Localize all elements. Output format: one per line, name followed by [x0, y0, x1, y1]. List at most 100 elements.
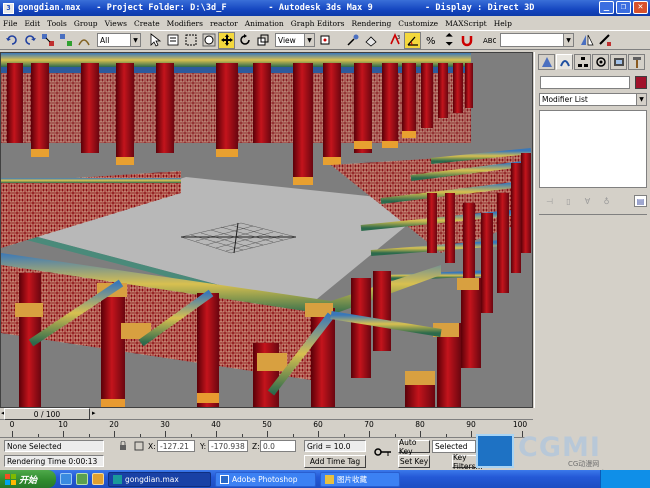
- taskbar-item-3dsmax[interactable]: gongdian.max: [108, 471, 211, 487]
- key-icon[interactable]: [374, 446, 392, 458]
- keyboard-shortcut-button[interactable]: [362, 32, 379, 49]
- menu-help[interactable]: Help: [494, 19, 512, 28]
- time-slider-next-arrow[interactable]: ▸: [92, 409, 96, 417]
- angle-snap-button[interactable]: [404, 31, 421, 49]
- auto-key-label: Auto Key: [399, 437, 417, 456]
- menu-file[interactable]: File: [3, 19, 17, 28]
- object-name-field[interactable]: [540, 76, 630, 89]
- create-icon: [541, 57, 552, 67]
- add-time-tag-button[interactable]: Add Time Tag: [304, 455, 366, 468]
- menu-rendering[interactable]: Rendering: [351, 19, 391, 28]
- menu-create[interactable]: Create: [134, 19, 160, 28]
- menu-views[interactable]: Views: [105, 19, 127, 28]
- make-unique-button[interactable]: ∀: [581, 195, 594, 207]
- chevron-down-icon: ▼: [130, 34, 140, 46]
- named-selection-icon: ABC: [483, 37, 496, 45]
- remove-modifier-button[interactable]: ♁: [600, 195, 613, 207]
- maximize-button[interactable]: ❐: [616, 1, 631, 14]
- snaps-toggle-button[interactable]: 3: [386, 32, 403, 49]
- menu-maxscript[interactable]: MAXScript: [445, 19, 487, 28]
- object-color-swatch[interactable]: [635, 76, 647, 89]
- menu-edit[interactable]: Edit: [24, 19, 40, 28]
- menu-customize[interactable]: Customize: [398, 19, 438, 28]
- x-value: -127.21: [160, 441, 189, 451]
- select-link-button[interactable]: [39, 32, 56, 49]
- time-slider-thumb[interactable]: 0 / 100: [4, 408, 90, 420]
- start-button[interactable]: 开始: [0, 470, 56, 488]
- region-select-button[interactable]: [182, 32, 199, 49]
- timeline-tick-label: 50: [262, 420, 272, 429]
- align-button[interactable]: [596, 32, 613, 49]
- menu-graph-editors[interactable]: Graph Editors: [291, 19, 345, 28]
- perspective-viewport[interactable]: [0, 52, 533, 408]
- magnet-icon: [461, 36, 472, 47]
- select-scale-button[interactable]: [254, 32, 271, 49]
- prompt-line: Rendering Time 0:00:13: [4, 455, 104, 467]
- key-mode-dropdown[interactable]: Selected: [432, 440, 476, 453]
- pin-stack-button[interactable]: ⊣: [543, 195, 556, 207]
- tab-modify[interactable]: [556, 54, 573, 70]
- menu-reactor[interactable]: reactor: [210, 19, 238, 28]
- select-rotate-button[interactable]: [236, 32, 253, 49]
- keyboard-icon: [364, 36, 377, 47]
- named-selection-dropdown[interactable]: ▼: [500, 33, 574, 47]
- menu-modifiers[interactable]: Modifiers: [167, 19, 203, 28]
- minimize-button[interactable]: _: [599, 1, 614, 14]
- configure-modifier-sets-button[interactable]: ▤: [634, 195, 647, 207]
- tab-utilities[interactable]: [628, 54, 645, 70]
- menu-tools[interactable]: Tools: [47, 19, 67, 28]
- window-crossing-button[interactable]: [200, 32, 217, 49]
- x-coordinate-field[interactable]: -127.21: [157, 440, 195, 452]
- select-object-button[interactable]: [146, 32, 163, 49]
- select-move-button[interactable]: [218, 31, 235, 49]
- select-manipulate-button[interactable]: [344, 32, 361, 49]
- redo-icon: [24, 35, 36, 45]
- taskbar-item-picture-collection[interactable]: 图片收藏: [320, 471, 400, 487]
- pivot-center-button[interactable]: [316, 32, 333, 49]
- spinner-snap-button[interactable]: [440, 32, 457, 49]
- unlink-button[interactable]: [57, 32, 74, 49]
- undo-button[interactable]: [3, 32, 20, 49]
- reference-coordinate-dropdown[interactable]: View ▼: [275, 33, 315, 47]
- 3dsmax-app-icon[interactable]: 3: [3, 2, 14, 14]
- undo-icon: [5, 35, 17, 45]
- edit-named-selection-button[interactable]: ABC: [480, 32, 497, 49]
- spacewarp-icon: [77, 39, 90, 46]
- menu-animation[interactable]: Animation: [245, 19, 284, 28]
- modifier-list-dropdown[interactable]: Modifier List ▼: [539, 93, 647, 106]
- cgmi-watermark: CGMI CG动漫网 www.cgmi.com: [476, 432, 650, 477]
- title-bar: 3 gongdian.max - Project Folder: D:\3d_F…: [0, 0, 650, 16]
- menu-group[interactable]: Group: [74, 19, 98, 28]
- percent-snap-button[interactable]: %: [422, 32, 439, 49]
- taskbar-item-photoshop[interactable]: Adobe Photoshop: [215, 471, 316, 487]
- desktop-quicklaunch-icon[interactable]: [76, 473, 88, 485]
- redo-button[interactable]: [21, 32, 38, 49]
- absolute-mode-icon[interactable]: [134, 441, 144, 451]
- ie-quicklaunch-icon[interactable]: [60, 473, 72, 485]
- auto-key-button[interactable]: Auto Key: [398, 437, 430, 456]
- z-coordinate-field[interactable]: 0.0: [260, 440, 296, 452]
- tab-hierarchy[interactable]: [574, 54, 591, 70]
- tab-create[interactable]: [538, 54, 555, 70]
- y-coordinate-field[interactable]: -170.938: [208, 440, 248, 452]
- select-by-name-button[interactable]: [164, 32, 181, 49]
- track-bar[interactable]: 0 10 20 30 40 50 60 70 80 90 100: [0, 420, 533, 438]
- timeline-tick: [216, 431, 217, 437]
- media-quicklaunch-icon[interactable]: [92, 473, 104, 485]
- timeline-tick: [114, 431, 115, 437]
- modifier-stack[interactable]: [539, 110, 647, 188]
- y-value: -170.938: [211, 441, 245, 451]
- set-key-button[interactable]: Set Key: [398, 455, 430, 468]
- magnet-button[interactable]: [458, 32, 475, 49]
- bind-spacewarp-button[interactable]: [75, 32, 92, 49]
- timeline-tick-label: 30: [160, 420, 170, 429]
- z-label: Z:: [252, 442, 260, 451]
- time-slider[interactable]: ◂ 0 / 100 ▸: [0, 408, 533, 420]
- selection-filter-dropdown[interactable]: All ▼: [97, 33, 141, 47]
- show-end-result-button[interactable]: ▯: [562, 195, 575, 207]
- tab-motion[interactable]: [592, 54, 609, 70]
- close-button[interactable]: ✕: [633, 1, 648, 14]
- mirror-button[interactable]: [578, 32, 595, 49]
- lock-selection-icon[interactable]: [118, 441, 128, 451]
- tab-display[interactable]: [610, 54, 627, 70]
